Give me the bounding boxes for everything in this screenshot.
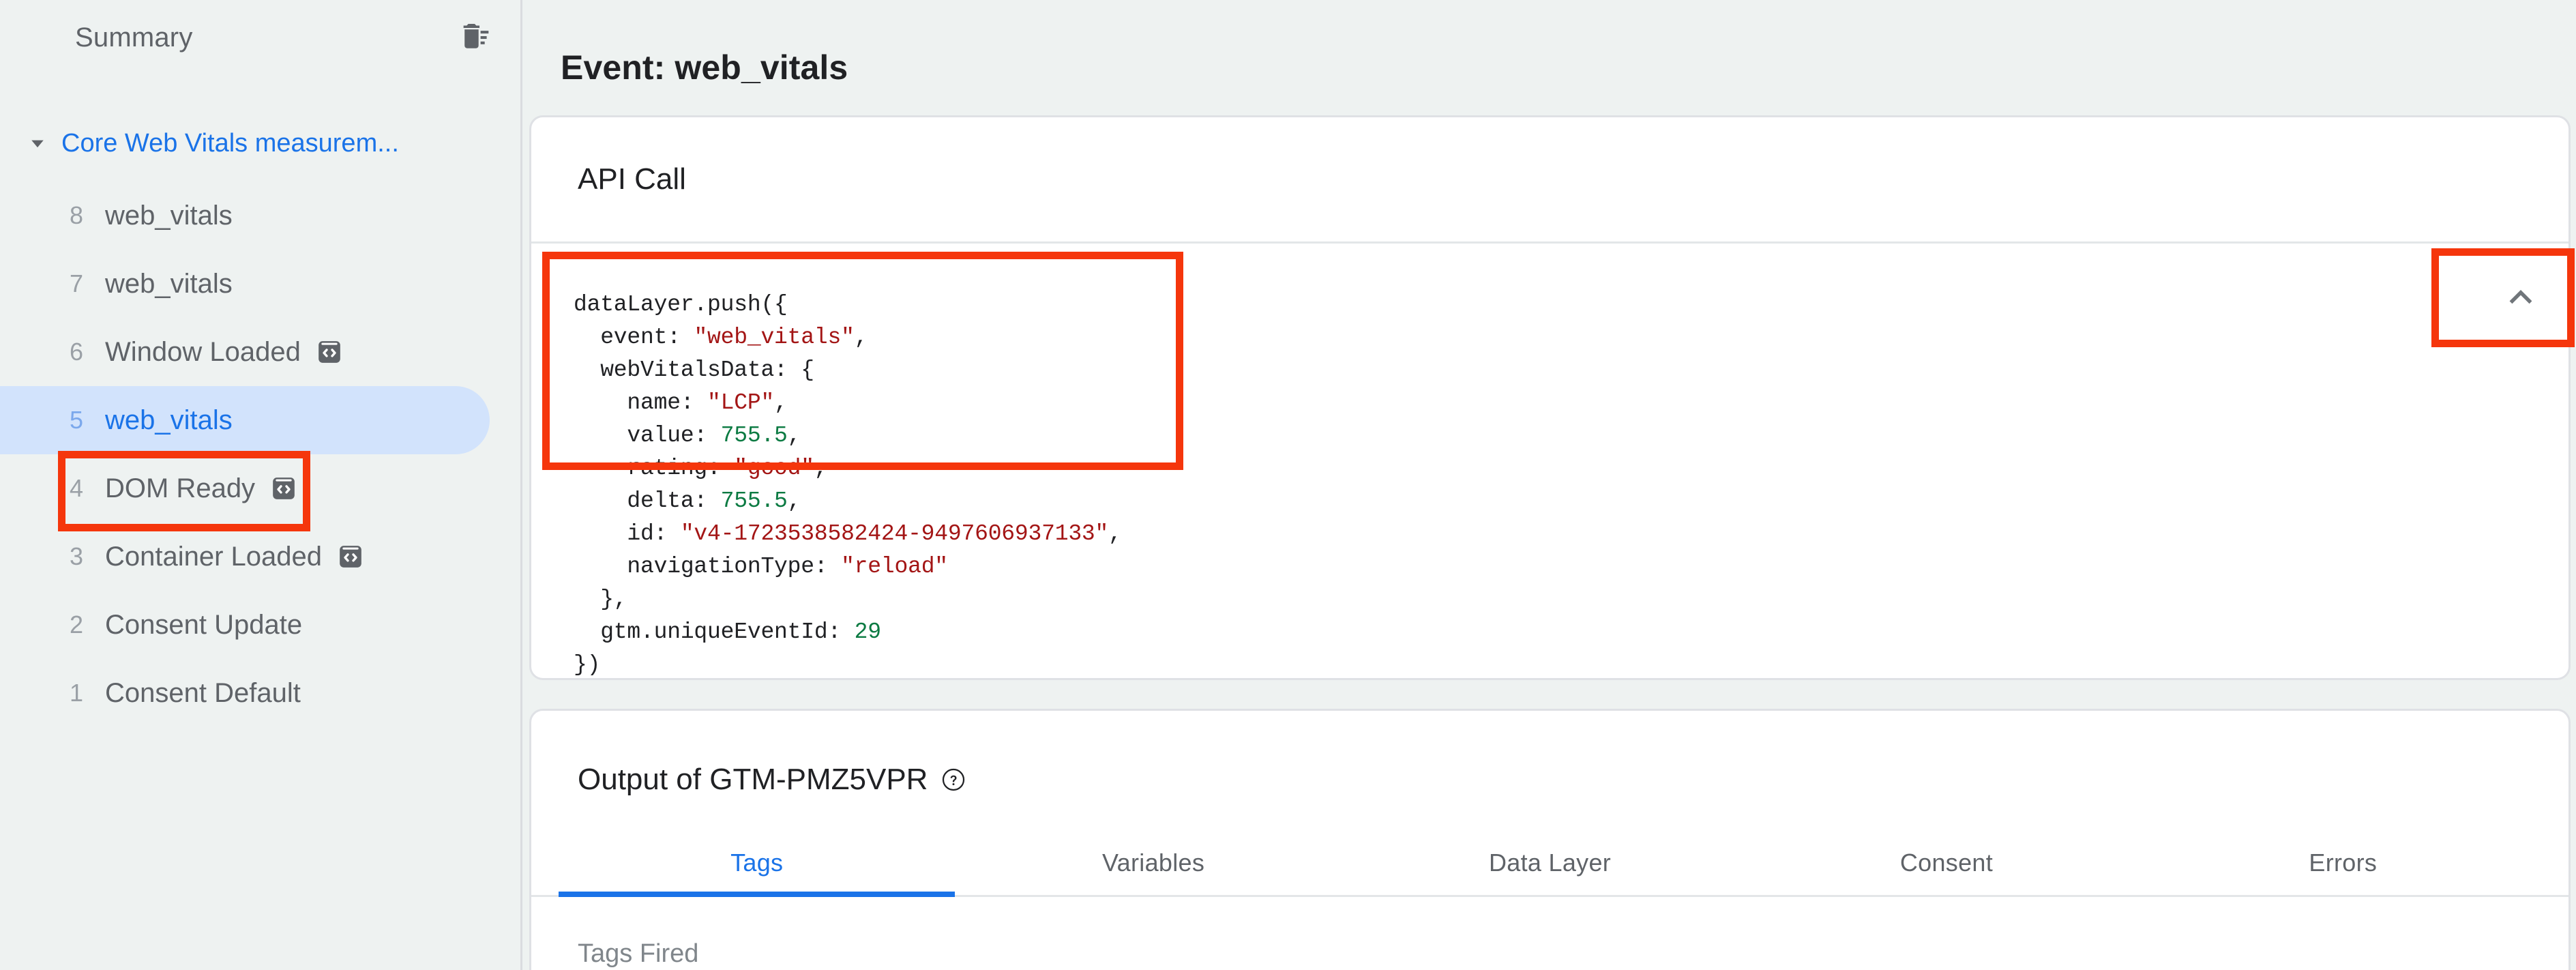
code-token: 755.5 [720, 422, 788, 448]
event-list-item[interactable]: 8 web_vitals [0, 181, 520, 250]
code-token: gtm.uniqueEventId: [574, 619, 855, 645]
code-token: id: [574, 520, 681, 546]
event-group-row[interactable]: Core Web Vitals measurem... [0, 111, 520, 176]
event-name: Container Loaded [105, 541, 323, 572]
tab-variables[interactable]: Variables [955, 834, 1351, 895]
event-index: 5 [70, 406, 84, 434]
tab-consent[interactable]: Consent [1748, 834, 2144, 895]
chevron-up-icon [2502, 279, 2539, 316]
event-list-item[interactable]: 2 Consent Update [0, 591, 520, 659]
event-index: 7 [70, 269, 84, 297]
datalayer-code-block: dataLayer.push({ event: "web_vitals", we… [531, 264, 2568, 681]
event-list-item[interactable]: 3 Container Loaded [0, 523, 520, 591]
code-token: 29 [854, 619, 881, 645]
event-list-item[interactable]: 7 web_vitals [0, 250, 520, 318]
code-token: event: [574, 324, 694, 350]
event-name: Window Loaded [105, 336, 301, 367]
event-group-title[interactable]: Core Web Vitals measurem... [61, 129, 399, 158]
gtm-preview-app: Summary Core Web Vitals measurem... 8 web… [0, 0, 2576, 970]
event-list-item[interactable]: 6 Window Loaded [0, 318, 520, 386]
code-token: }) [574, 651, 601, 677]
caret-down-icon[interactable] [23, 129, 52, 158]
event-list-item[interactable]: 4 DOM Ready [0, 454, 520, 523]
collapse-api-call-button[interactable] [2488, 265, 2553, 330]
api-call-card: API Call dataLayer.push({ event: "web_vi… [529, 115, 2575, 681]
event-index: 4 [70, 474, 84, 502]
code-token: 755.5 [720, 488, 788, 514]
output-card: Output of GTM-PMZ5VPR Tags Variables Data … [529, 708, 2571, 970]
summary-label[interactable]: Summary [75, 23, 454, 53]
event-name: Consent Update [105, 609, 303, 640]
api-call-heading: API Call [578, 162, 686, 196]
code-token: name: [574, 390, 708, 415]
tab-errors[interactable]: Errors [2145, 834, 2541, 895]
code-token: rating: [574, 455, 735, 481]
code-token: , [787, 488, 801, 514]
code-token: "web_vitals" [694, 324, 855, 350]
event-list-item[interactable]: 5 web_vitals [0, 386, 490, 454]
event-name: DOM Ready [105, 473, 256, 503]
code-token: "v4-1723538582424-9497606937133" [680, 520, 1109, 546]
code-token: , [787, 422, 801, 448]
code-token: "reload" [841, 553, 948, 579]
event-list-item[interactable]: 1 Consent Default [0, 659, 520, 727]
code-token: dataLayer.push({ [574, 291, 788, 317]
code-badge-icon [270, 475, 297, 502]
main-panel: Event: web_vitals API Call dataLayer.pus… [522, 0, 2576, 970]
event-name: web_vitals [105, 405, 233, 435]
event-name: web_vitals [105, 200, 233, 231]
event-name: web_vitals [105, 268, 233, 299]
tab-tags[interactable]: Tags [559, 834, 956, 897]
code-token: navigationType: [574, 553, 842, 579]
code-token: , [1108, 520, 1122, 546]
help-circle-icon[interactable] [941, 767, 966, 792]
output-tabs: Tags Variables Data Layer Consent Errors [531, 834, 2568, 897]
code-token: }, [574, 586, 627, 612]
api-call-header: API Call [531, 117, 2568, 244]
code-token: , [814, 455, 828, 481]
event-index: 8 [70, 201, 84, 229]
trash-clear-icon[interactable] [454, 19, 490, 56]
tab-data-layer[interactable]: Data Layer [1352, 834, 1748, 895]
page-title: Event: web_vitals [561, 48, 848, 87]
output-heading: Output of GTM-PMZ5VPR [578, 762, 928, 796]
code-token: , [854, 324, 868, 350]
event-sidebar: Summary Core Web Vitals measurem... 8 web… [0, 0, 522, 970]
event-list: 8 web_vitals 7 web_vitals 6 Window Loaded 5 web… [0, 181, 520, 727]
code-token: delta: [574, 488, 721, 514]
event-index: 6 [70, 338, 84, 366]
code-token: webVitalsData: { [574, 357, 814, 383]
sidebar-header: Summary [0, 0, 520, 75]
code-token: value: [574, 422, 721, 448]
event-name: Consent Default [105, 677, 301, 708]
code-badge-icon [337, 543, 364, 570]
code-badge-icon [316, 338, 343, 366]
event-index: 1 [70, 679, 84, 707]
event-index: 2 [70, 611, 84, 638]
output-header: Output of GTM-PMZ5VPR [531, 711, 2568, 797]
code-token: , [774, 390, 788, 415]
tags-fired-label: Tags Fired [578, 939, 699, 968]
code-token: "LCP" [707, 390, 775, 415]
event-index: 3 [70, 542, 84, 570]
code-token: "good" [734, 455, 814, 481]
